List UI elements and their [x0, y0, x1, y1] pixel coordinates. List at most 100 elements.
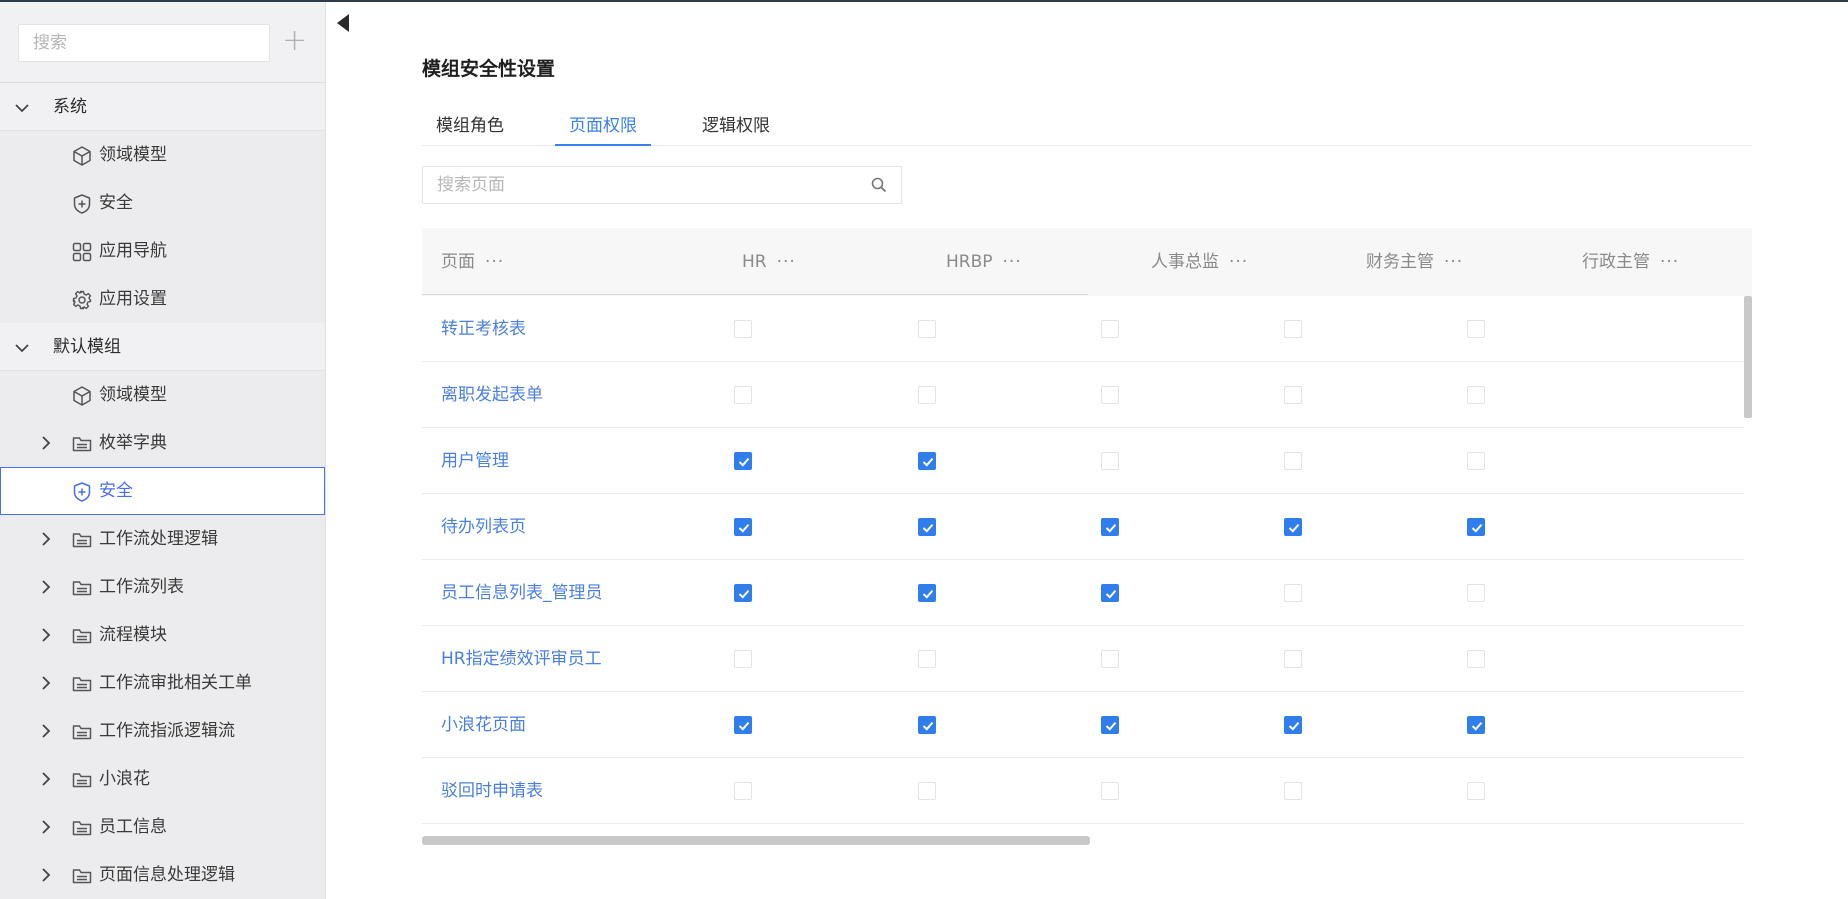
add-button[interactable]: + [282, 26, 307, 58]
permission-checkbox[interactable] [734, 452, 752, 470]
chevron-right-icon[interactable] [38, 771, 54, 787]
group-header[interactable]: 系统 [0, 83, 325, 131]
permission-checkbox[interactable] [1467, 782, 1485, 800]
permission-checkbox[interactable] [734, 518, 752, 536]
permission-checkbox[interactable] [918, 584, 936, 602]
page-link[interactable]: 驳回时申请表 [441, 758, 543, 824]
permission-checkbox[interactable] [918, 386, 936, 404]
group-header[interactable]: 默认模组 [0, 323, 325, 371]
sidebar-item[interactable]: 安全 [0, 467, 325, 515]
permission-checkbox[interactable] [1101, 518, 1119, 536]
horizontal-scrollbar[interactable] [422, 836, 1090, 845]
permission-table: 页面 ··· HR ··· HRBP ··· 人事总监 ··· 财务主管 ··· 行政主管… [422, 228, 1752, 824]
permission-checkbox[interactable] [734, 716, 752, 734]
permission-checkbox[interactable] [734, 584, 752, 602]
tab-logic-permissions[interactable]: 逻辑权限 [700, 112, 772, 146]
permission-checkbox[interactable] [1284, 518, 1302, 536]
sidebar-item[interactable]: 员工信息 [0, 803, 325, 851]
permission-checkbox[interactable] [918, 716, 936, 734]
permission-checkbox[interactable] [1284, 782, 1302, 800]
permission-checkbox[interactable] [1284, 584, 1302, 602]
permission-checkbox[interactable] [1284, 716, 1302, 734]
permission-checkbox[interactable] [1101, 650, 1119, 668]
permission-checkbox[interactable] [1101, 452, 1119, 470]
sidebar-item-label: 工作流审批相关工单 [99, 673, 252, 693]
page-search-input[interactable]: 搜索页面 [422, 166, 902, 204]
page-link[interactable]: 待办列表页 [441, 494, 526, 560]
search-icon[interactable] [871, 177, 887, 193]
sidebar-search-row: 搜索 + [0, 2, 325, 83]
chevron-right-icon[interactable] [38, 867, 54, 883]
page-link[interactable]: 离职发起表单 [441, 362, 543, 428]
permission-checkbox[interactable] [1284, 452, 1302, 470]
collapse-sidebar-icon[interactable] [335, 12, 351, 34]
permission-checkbox[interactable] [734, 386, 752, 404]
sidebar-item[interactable]: 领域模型 [0, 131, 325, 179]
table-row: HR指定绩效评审员工 [422, 626, 1744, 692]
sidebar-item[interactable]: 工作流处理逻辑 [0, 515, 325, 563]
sidebar-item[interactable]: 小浪花 [0, 755, 325, 803]
sidebar-item[interactable]: 枚举字典 [0, 419, 325, 467]
column-more-icon[interactable]: ··· [1444, 252, 1463, 272]
tab-page-permissions[interactable]: 页面权限 [555, 112, 651, 146]
permission-checkbox[interactable] [1467, 584, 1485, 602]
page-link[interactable]: HR指定绩效评审员工 [441, 626, 602, 692]
page-link[interactable]: 员工信息列表_管理员 [441, 560, 603, 626]
permission-checkbox[interactable] [734, 320, 752, 338]
permission-checkbox[interactable] [734, 782, 752, 800]
sidebar-item[interactable]: 工作流列表 [0, 563, 325, 611]
permission-checkbox[interactable] [1101, 320, 1119, 338]
page-link[interactable]: 转正考核表 [441, 296, 526, 362]
sidebar-item[interactable]: 工作流审批相关工单 [0, 659, 325, 707]
chevron-right-icon[interactable] [38, 819, 54, 835]
permission-checkbox[interactable] [1467, 320, 1485, 338]
permission-checkbox[interactable] [734, 650, 752, 668]
chevron-right-icon[interactable] [38, 675, 54, 691]
permission-checkbox[interactable] [1101, 386, 1119, 404]
permission-checkbox[interactable] [1284, 386, 1302, 404]
permission-checkbox[interactable] [918, 452, 936, 470]
chevron-right-icon[interactable] [38, 435, 54, 451]
sidebar-item[interactable]: 应用设置 [0, 275, 325, 323]
sidebar-item[interactable]: 工作流指派逻辑流 [0, 707, 325, 755]
chevron-right-icon[interactable] [38, 627, 54, 643]
chevron-down-icon[interactable] [14, 100, 30, 116]
permission-checkbox[interactable] [1467, 518, 1485, 536]
sidebar-item[interactable]: 流程模块 [0, 611, 325, 659]
permission-checkbox[interactable] [1101, 716, 1119, 734]
permission-checkbox[interactable] [918, 782, 936, 800]
permission-checkbox[interactable] [1467, 716, 1485, 734]
permission-checkbox[interactable] [918, 650, 936, 668]
vertical-scrollbar[interactable] [1744, 296, 1752, 418]
sidebar-item[interactable]: 领域模型 [0, 371, 325, 419]
permission-checkbox[interactable] [1284, 650, 1302, 668]
cube-icon [71, 145, 93, 167]
page-link[interactable]: 小浪花页面 [441, 692, 526, 758]
permission-checkbox[interactable] [1467, 386, 1485, 404]
column-more-icon[interactable]: ··· [1003, 252, 1022, 272]
column-more-icon[interactable]: ··· [777, 252, 796, 272]
sidebar-item[interactable]: 安全 [0, 179, 325, 227]
chevron-right-icon[interactable] [38, 579, 54, 595]
page-link[interactable]: 用户管理 [441, 428, 509, 494]
table-body: 转正考核表 离职发起表单 用户管理 待办列表页 员工信息列表_管理员 HR指定绩效评审员工… [422, 296, 1752, 824]
permission-checkbox[interactable] [1467, 452, 1485, 470]
sidebar-search-input[interactable]: 搜索 [18, 24, 270, 62]
sidebar-item[interactable]: 页面信息处理逻辑 [0, 851, 325, 899]
column-more-icon[interactable]: ··· [1229, 252, 1248, 272]
permission-checkbox[interactable] [1101, 584, 1119, 602]
permission-checkbox[interactable] [1101, 782, 1119, 800]
permission-checkbox[interactable] [1467, 650, 1485, 668]
column-more-icon[interactable]: ··· [485, 252, 504, 272]
chevron-right-icon[interactable] [38, 723, 54, 739]
column-header-page: 页面 ··· [441, 252, 505, 272]
sidebar-item[interactable]: 应用导航 [0, 227, 325, 275]
chevron-right-icon[interactable] [38, 531, 54, 547]
permission-checkbox[interactable] [1284, 320, 1302, 338]
permission-checkbox[interactable] [918, 518, 936, 536]
permission-checkbox[interactable] [918, 320, 936, 338]
table-row: 离职发起表单 [422, 362, 1744, 428]
tab-module-roles[interactable]: 模组角色 [434, 112, 506, 146]
chevron-down-icon[interactable] [14, 340, 30, 356]
column-more-icon[interactable]: ··· [1660, 252, 1679, 272]
